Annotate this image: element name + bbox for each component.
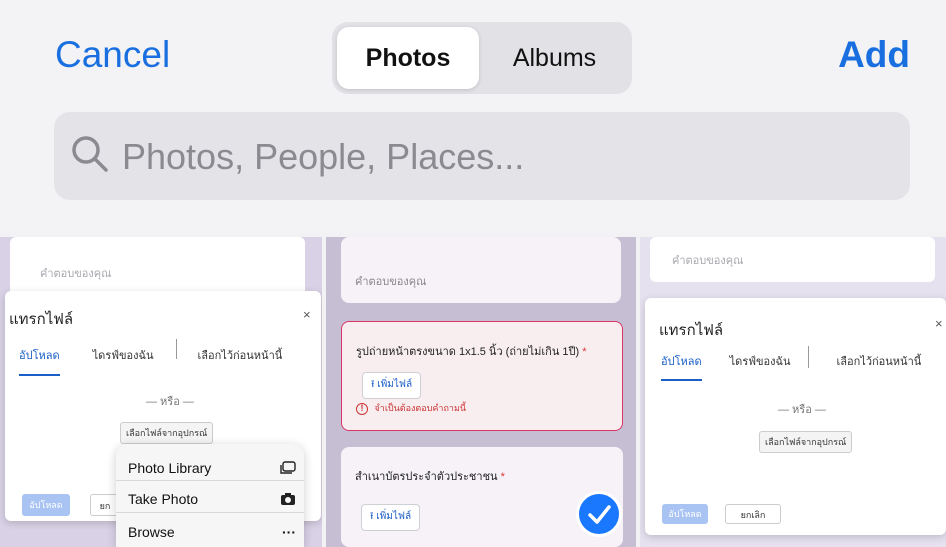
add-file-label: เพิ่มไฟล์	[377, 379, 413, 390]
tab-upload[interactable]: อัปโหลด	[19, 346, 60, 376]
search-icon	[72, 136, 108, 172]
menu-item-label: Take Photo	[128, 491, 199, 507]
segment-photos[interactable]: Photos	[337, 27, 479, 89]
tab-separator	[176, 339, 177, 359]
tab-separator	[808, 346, 809, 368]
add-file-label: เพิ่มไฟล์	[376, 511, 412, 522]
required-mark: *	[500, 471, 505, 483]
question-title-text: สำเนาบัตรประจำตัวประชาชน	[355, 471, 498, 483]
required-mark: *	[582, 346, 587, 358]
dialog-title: แทรกไฟล์	[9, 311, 74, 328]
tab-recent[interactable]: เลือกไว้ก่อนหน้านี้	[837, 352, 922, 381]
add-file-button[interactable]: ⭱ เพิ่มไฟล์	[362, 372, 422, 399]
question-title: รูปถ่ายหน้าตรงขนาด 1x1.5 นิ้ว (ถ่ายไม่เก…	[356, 342, 587, 360]
close-icon[interactable]: ×	[303, 307, 311, 322]
choose-from-device-button[interactable]: เลือกไฟล์จากอุปกรณ์	[120, 422, 214, 444]
search-placeholder: Photos, People, Places...	[122, 136, 525, 177]
cancel-button[interactable]: Cancel	[55, 34, 170, 76]
error-text: จำเป็นต้องตอบคำถามนี้	[374, 403, 467, 413]
upload-button[interactable]: อัปโหลด	[22, 494, 70, 516]
dialog-title: แทรกไฟล์	[659, 322, 724, 339]
photos-albums-segmented-control: Photos Albums	[332, 22, 632, 94]
selected-checkmark-icon[interactable]	[576, 491, 622, 537]
close-icon[interactable]: ×	[935, 316, 943, 331]
dialog-tabs: อัปโหลด ไดรฟ์ของฉัน เลือกไว้ก่อนหน้านี้	[19, 346, 282, 376]
form-answer-card: คำตอบของคุณ	[341, 237, 621, 303]
photo-question-card: รูปถ่ายหน้าตรงขนาด 1x1.5 นิ้ว (ถ่ายไม่เก…	[341, 321, 623, 431]
question-title-text: รูปถ่ายหน้าตรงขนาด 1x1.5 นิ้ว (ถ่ายไม่เก…	[356, 346, 580, 358]
form-answer-card: คำตอบของคุณ	[650, 237, 935, 282]
upload-icon: ⭱	[370, 511, 374, 522]
dialog-tabs: อัปโหลด ไดรฟ์ของฉัน เลือกไว้ก่อนหน้านี้	[661, 352, 921, 381]
or-text: — หรือ —	[778, 404, 826, 416]
insert-file-dialog: แทรกไฟล์ × อัปโหลด ไดรฟ์ของฉัน เลือกไว้ก…	[645, 298, 946, 535]
upload-button[interactable]: อัปโหลด	[662, 504, 708, 524]
answer-hint: คำตอบของคุณ	[672, 255, 744, 267]
choose-from-device-button[interactable]: เลือกไฟล์จากอุปกรณ์	[759, 431, 853, 453]
question-title: สำเนาบัตรประจำตัวประชาชน *	[355, 467, 505, 485]
upload-icon: ⭱	[371, 379, 375, 390]
tab-my-drive[interactable]: ไดรฟ์ของฉัน	[730, 352, 791, 381]
photo-library-icon	[280, 461, 296, 474]
search-field[interactable]: Photos, People, Places...	[54, 112, 910, 200]
cancel-upload-button[interactable]: ยกเลิก	[725, 504, 781, 524]
menu-divider	[116, 480, 304, 481]
menu-item-label: Browse	[128, 524, 175, 540]
answer-hint: คำตอบของคุณ	[355, 276, 427, 288]
or-text: — หรือ —	[146, 396, 194, 408]
error-icon: !	[356, 403, 368, 415]
tab-my-drive[interactable]: ไดรฟ์ของฉัน	[93, 346, 154, 376]
ellipsis-icon: ···	[282, 524, 296, 540]
add-button[interactable]: Add	[838, 34, 910, 76]
photo-thumbnail-3[interactable]: คำตอบของคุณ แทรกไฟล์ × อัปโหลด ไดรฟ์ของฉ…	[640, 237, 946, 547]
menu-item-browse[interactable]: Browse ···	[128, 516, 296, 547]
menu-item-take-photo[interactable]: Take Photo	[128, 483, 296, 515]
menu-divider	[116, 512, 304, 513]
tab-recent[interactable]: เลือกไว้ก่อนหน้านี้	[198, 346, 283, 376]
add-file-button[interactable]: ⭱ เพิ่มไฟล์	[361, 504, 421, 531]
menu-item-label: Photo Library	[128, 460, 212, 476]
file-source-menu: Photo Library Take Photo Browse ···	[116, 444, 304, 547]
camera-icon	[281, 493, 295, 505]
segment-albums[interactable]: Albums	[482, 27, 627, 89]
error-message: ! จำเป็นต้องตอบคำถามนี้	[356, 401, 466, 415]
picker-header: Cancel Photos Albums Add Photos, People,…	[0, 0, 946, 233]
form-answer-card: คำตอบของคุณ	[10, 237, 305, 297]
photo-thumbnail-1[interactable]: คำตอบของคุณ แทรกไฟล์ × อัปโหลด ไดรฟ์ของฉ…	[0, 237, 322, 547]
tab-upload[interactable]: อัปโหลด	[661, 352, 702, 381]
answer-hint: คำตอบของคุณ	[40, 268, 112, 280]
